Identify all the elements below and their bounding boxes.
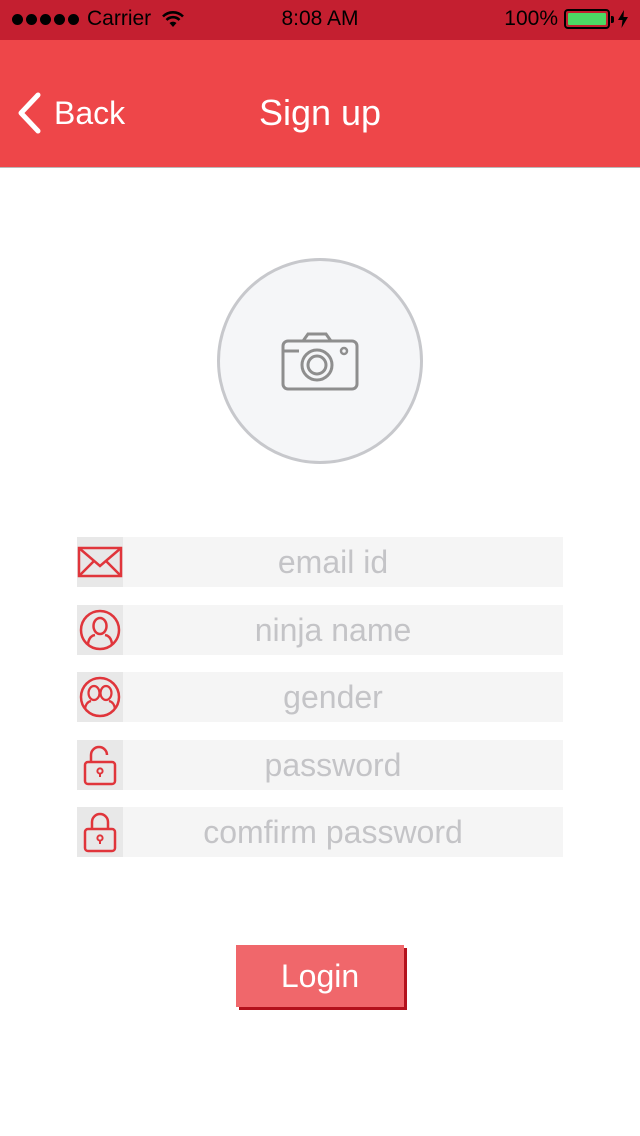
ninja-name-input[interactable] [123, 605, 569, 655]
email-field [77, 537, 569, 587]
login-button[interactable]: Login [236, 945, 404, 1007]
lock-icon [83, 812, 117, 853]
user-icon [79, 609, 121, 651]
navigation-bar: Back Sign up [0, 40, 640, 168]
password-field [77, 740, 569, 790]
confirm-password-field-icon-box [77, 807, 123, 857]
password-field-icon-box [77, 740, 123, 790]
profile-photo-picker[interactable] [217, 258, 423, 464]
gender-field [77, 672, 569, 722]
confirm-password-input[interactable] [123, 807, 569, 857]
email-input[interactable] [123, 537, 569, 587]
gender-field-icon-box [77, 672, 123, 722]
page-title: Sign up [258, 92, 382, 133]
charging-icon [618, 10, 628, 28]
ninja-name-field [77, 605, 569, 655]
password-input[interactable] [123, 740, 569, 790]
battery-group: 100% [504, 7, 628, 31]
battery-icon [564, 9, 614, 29]
confirm-password-field [77, 807, 569, 857]
users-icon [79, 676, 121, 718]
ninja-name-field-icon-box [77, 605, 123, 655]
lock-open-icon [83, 745, 117, 786]
envelope-icon [77, 546, 123, 578]
battery-percent: 100% [504, 7, 558, 30]
camera-icon [281, 332, 359, 391]
email-field-icon-box [77, 537, 123, 587]
gender-input[interactable] [123, 672, 569, 722]
status-bar: Carrier 8:08 AM 100% [0, 0, 640, 40]
